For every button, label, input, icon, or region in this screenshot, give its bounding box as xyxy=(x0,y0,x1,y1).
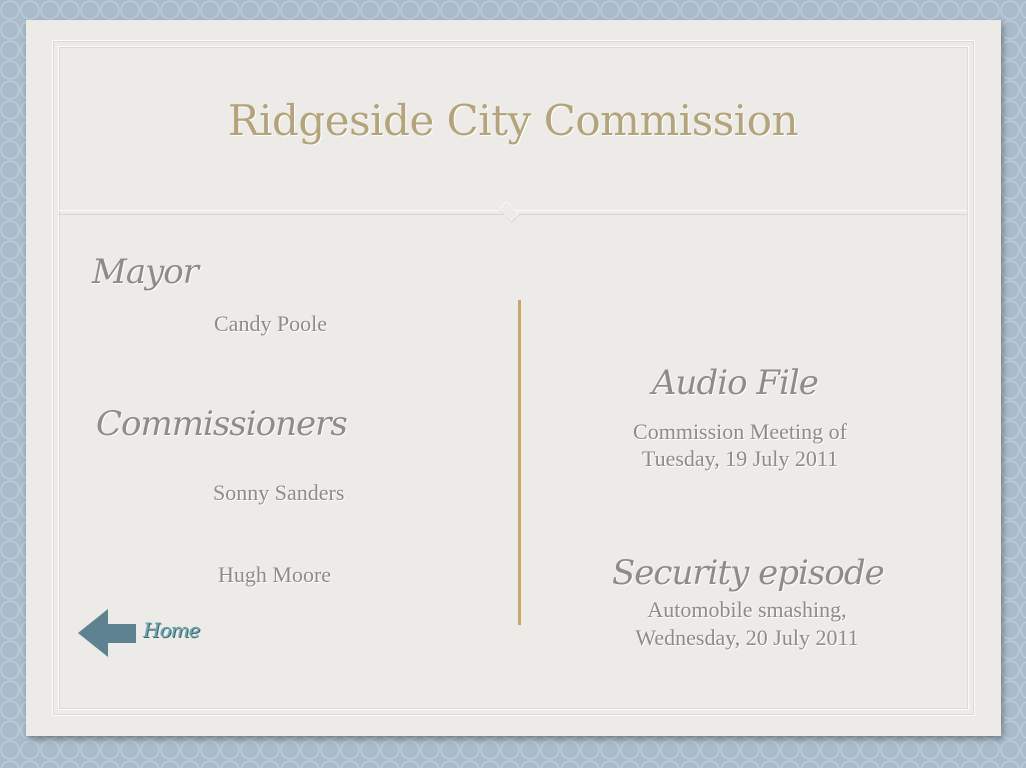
audio-line-1: Commission Meeting of xyxy=(633,419,847,444)
audio-file-link[interactable]: Audio File xyxy=(652,363,819,403)
audio-line-2: Tuesday, 19 July 2011 xyxy=(641,446,839,471)
mayor-heading: Mayor xyxy=(92,252,199,292)
audio-description: Commission Meeting of Tuesday, 19 July 2… xyxy=(590,418,890,472)
page-title: Ridgeside City Commission xyxy=(227,96,799,145)
back-arrow-icon[interactable] xyxy=(78,609,138,659)
commissioners-heading: Commissioners xyxy=(96,404,348,444)
mayor-name: Candy Poole xyxy=(214,311,328,336)
column-divider xyxy=(518,300,521,625)
commissioner-name: Sonny Sanders xyxy=(213,480,345,505)
commissioner-name: Hugh Moore xyxy=(218,562,332,587)
security-line-1: Automobile smashing, xyxy=(647,597,847,622)
security-line-2: Wednesday, 20 July 2011 xyxy=(635,625,859,650)
security-episode-link[interactable]: Security episode xyxy=(612,553,885,593)
security-description: Automobile smashing, Wednesday, 20 July … xyxy=(597,596,897,652)
home-link[interactable]: Home xyxy=(143,618,200,642)
